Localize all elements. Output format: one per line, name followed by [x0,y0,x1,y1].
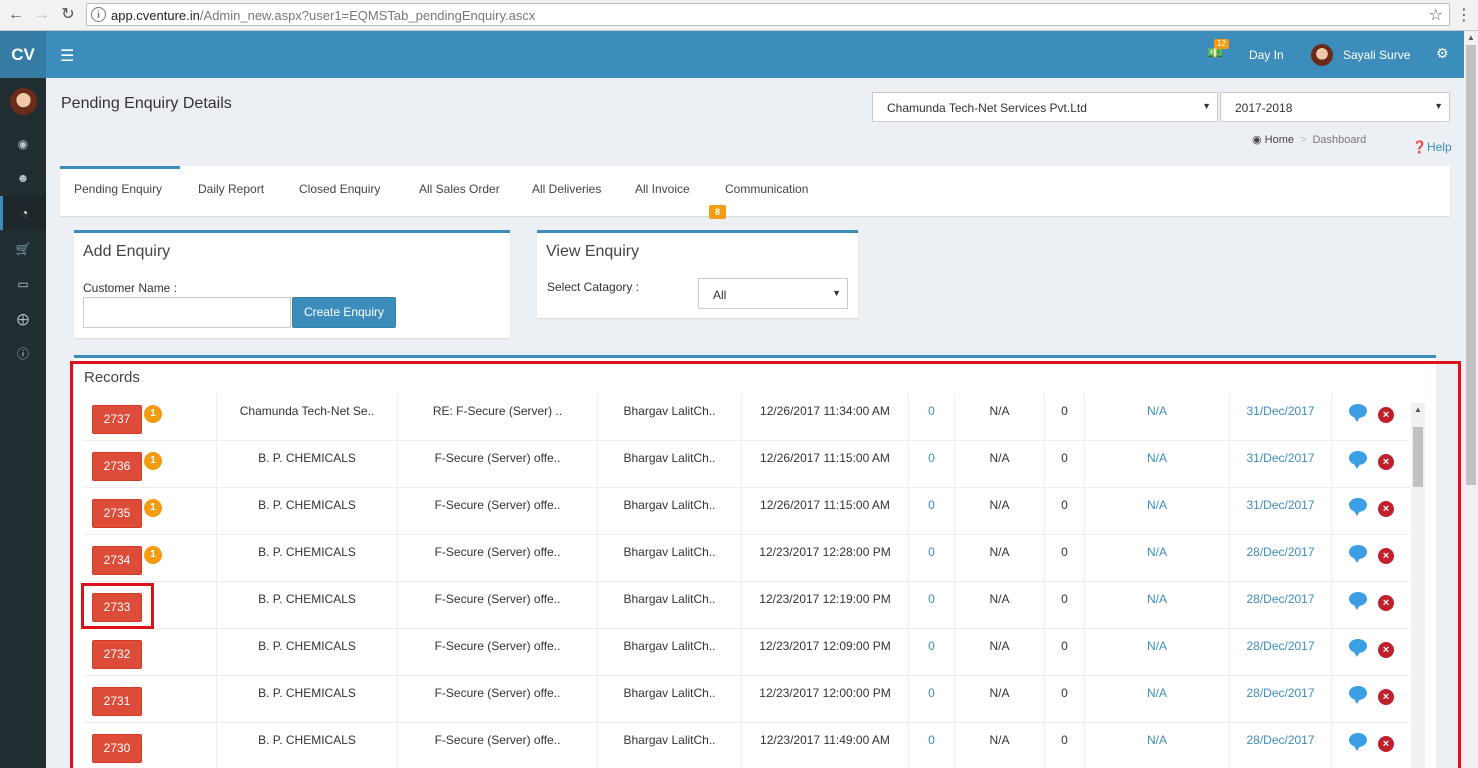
back-icon[interactable]: ← [6,5,26,25]
customer-name-input[interactable] [83,297,291,328]
year-select[interactable]: 2017-2018 ▼ [1220,92,1450,122]
tab-communication[interactable]: Communication [711,166,822,216]
view-enquiry-title: View Enquiry [546,243,640,260]
url-path: /Admin_new.aspx?user1=EQMSTab_pendingEnq… [199,8,536,23]
chevron-down-icon: ▼ [832,288,841,298]
info-circle-icon[interactable]: ⓘ [0,337,46,371]
year-select-value: 2017-2018 [1235,101,1293,115]
user-icon[interactable]: ☻ [0,161,46,195]
support-icon[interactable]: ⨁ [0,302,46,336]
dashboard-small-icon: ◉ [1252,134,1262,146]
page-scrollbar[interactable]: ▲ [1464,31,1478,768]
records-highlight-outline [70,361,1461,768]
sidebar-avatar [10,88,37,115]
row-2733-highlight-outline [81,583,154,629]
category-select-value: All [713,288,727,302]
tab-pending-enquiry[interactable]: Pending Enquiry [60,166,180,216]
add-enquiry-title: Add Enquiry [83,243,171,260]
chevron-down-icon: ▼ [1434,101,1443,111]
cart-icon[interactable]: 🛒 [0,232,46,266]
day-in-link[interactable]: Day In [1249,48,1284,62]
page-scroll-thumb[interactable] [1466,45,1476,485]
help-label: Help [1426,140,1452,154]
category-select[interactable]: All ▼ [698,278,848,309]
info-icon[interactable]: i [91,7,106,22]
company-select-value: Chamunda Tech-Net Services Pvt.Ltd [887,101,1087,115]
tab-daily-report[interactable]: Daily Report [184,166,278,216]
select-category-label: Select Catagory : [547,280,640,294]
tab-closed-enquiry[interactable]: Closed Enquiry [285,166,394,216]
app-logo[interactable]: CV [0,31,46,78]
communication-badge: 8 [709,205,726,219]
address-url[interactable]: app.cventure.in/Admin_new.aspx?user1=EQM… [111,8,535,23]
notification-badge: 12 [1214,39,1229,49]
breadcrumb: ◉ Home > Dashboard [1252,134,1367,146]
help-link[interactable]: ❓Help [1412,140,1452,154]
user-name-link[interactable]: Sayali Surve [1343,48,1410,62]
hamburger-menu-icon[interactable]: ☰ [60,46,74,66]
tab-bar: Pending Enquiry Daily Report Closed Enqu… [60,166,1450,216]
breadcrumb-current: Dashboard [1312,134,1367,146]
tab-all-invoice[interactable]: All Invoice [621,166,704,216]
question-icon: ❓ [1412,140,1427,154]
browser-menu-icon[interactable]: ⋮ [1456,5,1472,25]
address-bar[interactable]: i app.cventure.in/Admin_new.aspx?user1=E… [86,3,1450,26]
scroll-up-icon[interactable]: ▲ [1467,33,1475,42]
pie-chart-icon[interactable]: ◔ [0,196,46,230]
create-enquiry-button[interactable]: Create Enquiry [292,297,396,328]
gears-icon[interactable]: ⚙ [1436,45,1449,62]
chevron-down-icon: ▼ [1202,101,1211,111]
url-host: app.cventure.in [111,8,200,23]
reload-icon[interactable]: ↻ [58,5,78,25]
user-avatar[interactable] [1311,44,1333,66]
forward-icon[interactable]: → [32,5,52,25]
breadcrumb-home[interactable]: Home [1265,134,1294,146]
dashboard-icon[interactable]: ◉ [0,127,46,161]
tab-all-sales-order[interactable]: All Sales Order [405,166,514,216]
tab-all-deliveries[interactable]: All Deliveries [518,166,615,216]
customer-name-label: Customer Name : [83,281,178,295]
browser-toolbar: ← → ↻ i app.cventure.in/Admin_new.aspx?u… [0,0,1478,31]
credit-card-icon[interactable]: ▭ [0,267,46,301]
company-select[interactable]: Chamunda Tech-Net Services Pvt.Ltd ▼ [872,92,1218,122]
page-title: Pending Enquiry Details [61,95,232,112]
bookmark-star-icon[interactable]: ☆ [1429,5,1443,25]
